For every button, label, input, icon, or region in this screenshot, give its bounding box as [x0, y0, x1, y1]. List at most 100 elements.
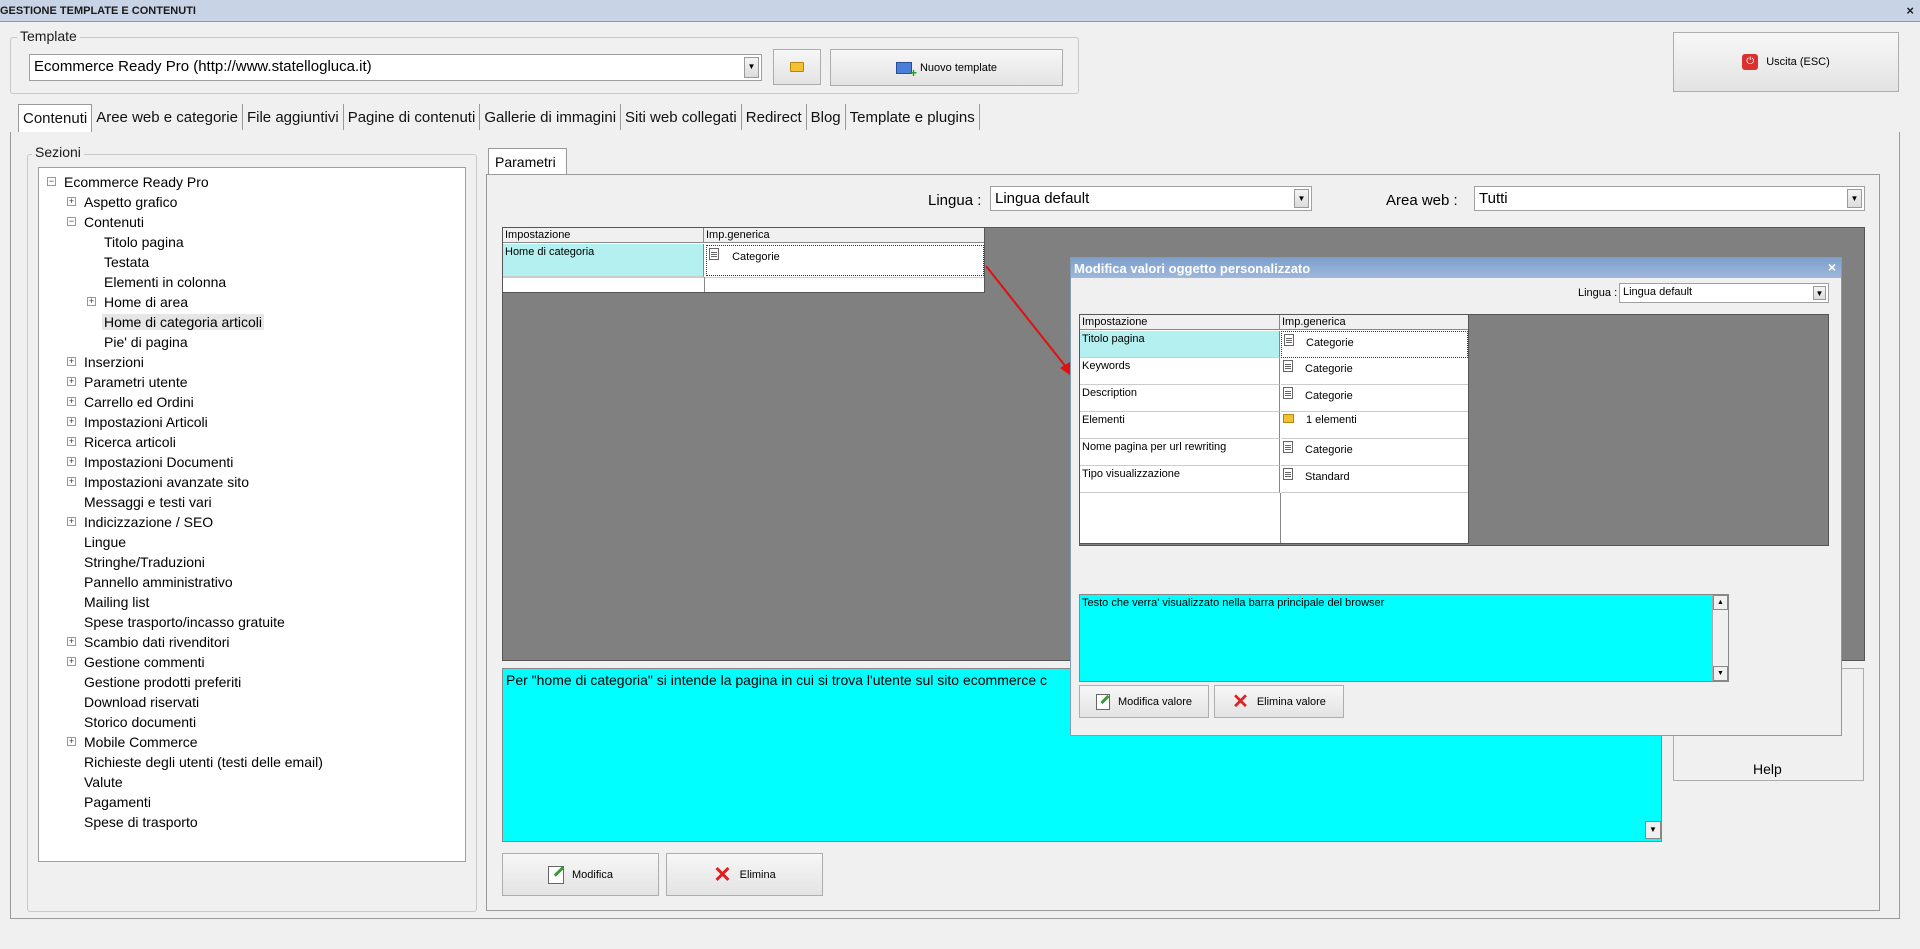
tab-template-plugins[interactable]: Template e plugins [846, 104, 980, 130]
tree-item[interactable]: + Impostazioni avanzate sito [67, 472, 251, 492]
tree-item[interactable]: Titolo pagina [87, 232, 186, 252]
chevron-down-icon[interactable]: ▼ [1813, 286, 1826, 300]
dialog-grid-value[interactable]: 1 elementi [1281, 412, 1468, 439]
dialog-scrollbar[interactable]: ▲ ▼ [1712, 595, 1728, 681]
tree-item[interactable]: + Indicizzazione / SEO [67, 512, 215, 532]
expand-icon[interactable]: + [67, 397, 76, 406]
dialog-modify-button[interactable]: Modifica valore [1079, 685, 1209, 718]
expand-icon[interactable]: + [67, 477, 76, 486]
area-web-select[interactable]: Tutti ▼ [1474, 186, 1865, 211]
expand-icon[interactable]: + [67, 737, 76, 746]
tree-item[interactable]: + Gestione commenti [67, 652, 207, 672]
tree-item[interactable]: + Ricerca articoli [67, 432, 178, 452]
tree-item[interactable]: Lingue [67, 532, 128, 552]
tree-item[interactable]: + Aspetto grafico [67, 192, 179, 212]
dialog-grid-setting[interactable]: Nome pagina per url rewriting [1080, 439, 1280, 466]
dialog-grid-setting-text: Elementi [1082, 414, 1125, 426]
tab-redirect[interactable]: Redirect [742, 104, 807, 130]
dialog-grid-setting[interactable]: Elementi [1080, 412, 1280, 439]
tree-item[interactable]: + Home di area [87, 292, 190, 312]
dialog-description[interactable]: Testo che verra' visualizzato nella barr… [1079, 594, 1729, 682]
tab-blog[interactable]: Blog [807, 104, 846, 130]
expand-icon[interactable]: + [87, 297, 96, 306]
tree-item[interactable]: Pagamenti [67, 792, 153, 812]
modify-button[interactable]: Modifica [502, 853, 659, 896]
exit-button[interactable]: ⏻ Uscita (ESC) [1673, 32, 1899, 92]
expand-icon[interactable]: + [67, 377, 76, 386]
new-template-button[interactable]: + Nuovo template [830, 49, 1063, 86]
tree-item[interactable]: Richieste degli utenti (testi delle emai… [67, 752, 325, 772]
tree-item[interactable]: Gestione prodotti preferiti [67, 672, 243, 692]
help-label[interactable]: Help [1753, 761, 1782, 777]
grid-cell-setting[interactable]: Home di categoria [503, 244, 704, 277]
tab-aree-web[interactable]: Aree web e categorie [92, 104, 243, 130]
tab-file-aggiuntivi[interactable]: File aggiuntivi [243, 104, 344, 130]
open-folder-button[interactable] [773, 49, 821, 85]
tree-item[interactable]: + Impostazioni Articoli [67, 412, 210, 432]
lingua-select[interactable]: Lingua default ▼ [990, 186, 1312, 211]
tab-siti-collegati[interactable]: Siti web collegati [621, 104, 742, 130]
tree-item[interactable]: + Parametri utente [67, 372, 190, 392]
params-tab[interactable]: Parametri [488, 148, 567, 175]
tab-pagine-contenuti[interactable]: Pagine di contenuti [344, 104, 481, 130]
tree-item-label: Ricerca articoli [84, 434, 176, 450]
tree-item[interactable]: + Mobile Commerce [67, 732, 200, 752]
expand-icon[interactable]: + [67, 357, 76, 366]
tree-item[interactable]: Valute [67, 772, 125, 792]
expand-icon[interactable]: + [67, 417, 76, 426]
params-grid[interactable]: Impostazione Imp.generica Home di catego… [502, 227, 985, 293]
dialog-grid-value[interactable]: Categorie [1281, 358, 1468, 385]
expand-icon[interactable]: + [67, 517, 76, 526]
delete-button[interactable]: ✕ Elimina [666, 853, 823, 896]
tab-contenuti[interactable]: Contenuti [18, 104, 93, 132]
chevron-down-icon[interactable]: ▼ [744, 57, 759, 78]
grid-cell-setting-text: Home di categoria [505, 246, 595, 258]
chevron-down-icon[interactable]: ▼ [1847, 189, 1862, 208]
tree-item[interactable]: Testata [87, 252, 151, 272]
tree-item[interactable]: + Impostazioni Documenti [67, 452, 235, 472]
dialog-grid-setting[interactable]: Titolo pagina [1080, 331, 1280, 358]
expand-icon[interactable]: + [67, 457, 76, 466]
expand-icon[interactable]: + [67, 657, 76, 666]
tree-item[interactable]: + Carrello ed Ordini [67, 392, 196, 412]
template-select[interactable]: Ecommerce Ready Pro (http://www.statello… [29, 54, 762, 81]
params-description-scrollbar[interactable]: ▼ [1645, 821, 1661, 839]
tree-item[interactable]: Pannello amministrativo [67, 572, 235, 592]
tree-item[interactable]: Home di categoria articoli [87, 312, 264, 332]
collapse-icon[interactable]: − [67, 217, 76, 226]
tree-item[interactable]: Download riservati [67, 692, 201, 712]
dialog-grid-setting[interactable]: Description [1080, 385, 1280, 412]
tree-item[interactable]: − Contenuti [67, 212, 146, 232]
tree-item[interactable]: Messaggi e testi vari [67, 492, 214, 512]
close-icon[interactable]: × [1906, 3, 1914, 18]
tree-item[interactable]: + Scambio dati rivenditori [67, 632, 232, 652]
tree-item[interactable]: Storico documenti [67, 712, 198, 732]
tree-item[interactable]: Spese trasporto/incasso gratuite [67, 612, 287, 632]
sections-tree[interactable]: − Ecommerce Ready Pro + Aspetto grafico − Con… [38, 167, 466, 862]
chevron-down-icon[interactable]: ▼ [1294, 189, 1309, 208]
tree-item[interactable]: Spese di trasporto [67, 812, 200, 832]
tree-item[interactable]: Mailing list [67, 592, 151, 612]
tree-item[interactable]: Pie' di pagina [87, 332, 190, 352]
dialog-delete-button[interactable]: ✕ Elimina valore [1214, 685, 1344, 718]
dialog-grid-setting[interactable]: Tipo visualizzazione [1080, 466, 1280, 493]
dialog-grid-value[interactable]: Categorie [1281, 439, 1468, 466]
tab-gallerie[interactable]: Gallerie di immagini [480, 104, 622, 130]
close-icon[interactable]: × [1828, 259, 1836, 275]
dialog-grid[interactable]: Impostazione Imp.generica Titolo pagina C… [1079, 314, 1469, 544]
tree-item[interactable]: + Inserzioni [67, 352, 146, 372]
grid-cell-value[interactable]: Categorie [706, 245, 984, 276]
tree-item[interactable]: Stringhe/Traduzioni [67, 552, 207, 572]
dialog-grid-value[interactable]: Categorie [1281, 331, 1468, 358]
expand-icon[interactable]: + [67, 197, 76, 206]
dialog-lingua-select[interactable]: Lingua default ▼ [1619, 283, 1829, 303]
tree-item[interactable]: Elementi in colonna [87, 272, 228, 292]
expand-icon[interactable]: + [67, 437, 76, 446]
tree-item[interactable]: − Ecommerce Ready Pro [47, 172, 211, 192]
dialog-grid-value[interactable]: Categorie [1281, 385, 1468, 412]
dialog-grid-setting-text: Keywords [1082, 360, 1131, 372]
collapse-icon[interactable]: − [47, 177, 56, 186]
dialog-grid-value[interactable]: Standard [1281, 466, 1468, 493]
expand-icon[interactable]: + [67, 637, 76, 646]
dialog-grid-setting[interactable]: Keywords [1080, 358, 1280, 385]
